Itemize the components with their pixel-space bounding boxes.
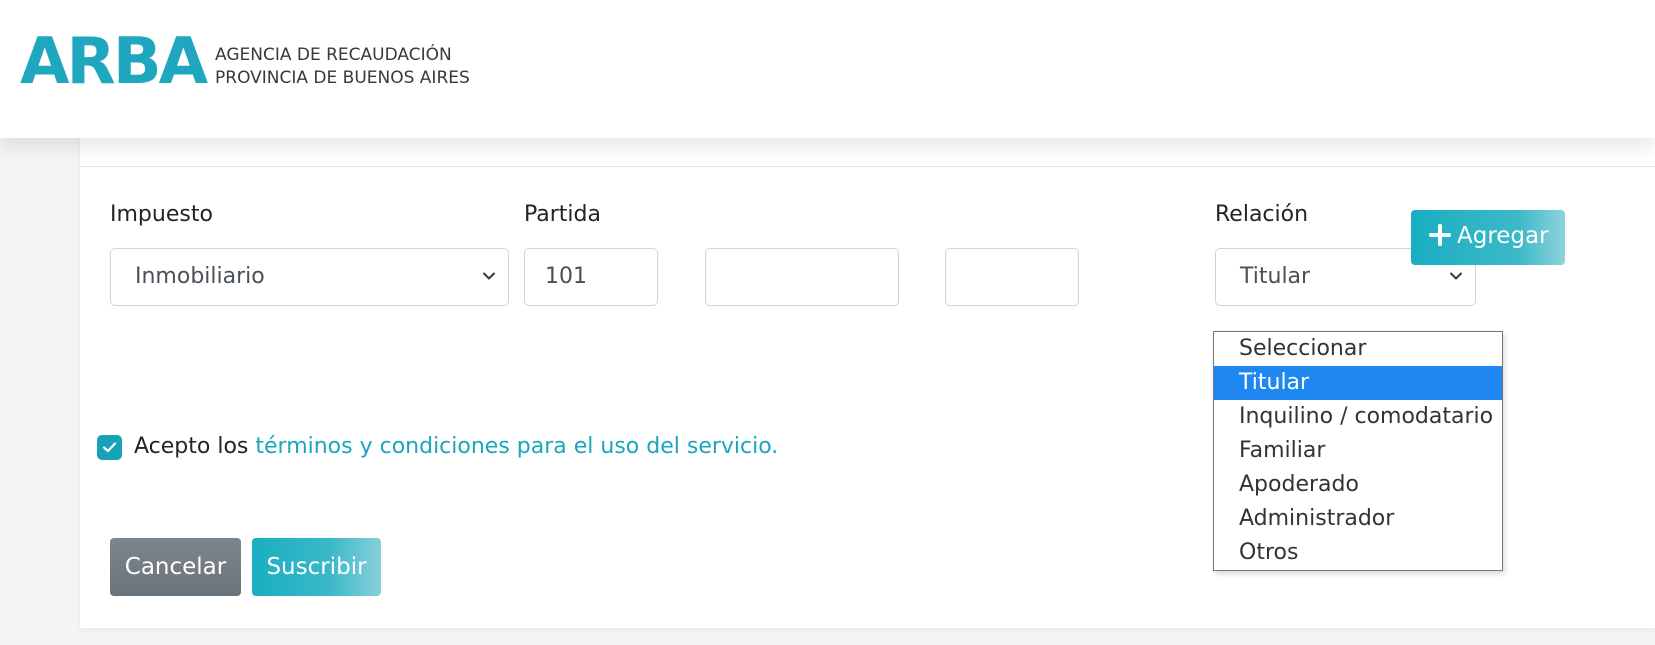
cancel-button[interactable]: Cancelar — [110, 538, 241, 596]
partida-input-2[interactable] — [705, 248, 899, 306]
terms-checkbox[interactable] — [97, 435, 122, 460]
partida-input-3[interactable] — [945, 248, 1079, 306]
chevron-down-icon — [483, 272, 495, 280]
partida-input-1[interactable]: 101 — [524, 248, 658, 306]
relacion-option[interactable]: Familiar — [1214, 434, 1502, 468]
terms-link[interactable]: términos y condiciones para el uso del s… — [255, 434, 778, 459]
relacion-option[interactable]: Seleccionar — [1214, 332, 1502, 366]
relacion-option[interactable]: Inquilino / comodatario — [1214, 400, 1502, 434]
agency-name-line1: AGENCIA DE RECAUDACIÓN — [215, 45, 452, 65]
arba-logo[interactable]: ARBA — [20, 22, 208, 102]
partida-input-1-value: 101 — [545, 264, 587, 289]
relacion-option-selected[interactable]: Titular — [1214, 366, 1502, 400]
impuesto-label: Impuesto — [110, 202, 213, 227]
subscribe-button[interactable]: Suscribir — [252, 538, 381, 596]
chevron-down-icon — [1450, 272, 1462, 280]
impuesto-select[interactable]: Inmobiliario — [110, 248, 509, 306]
plus-icon — [1429, 224, 1451, 246]
site-header: ARBA AGENCIA DE RECAUDACIÓN PROVINCIA DE… — [0, 0, 1655, 138]
partida-label: Partida — [524, 202, 601, 227]
relacion-label: Relación — [1215, 202, 1309, 227]
agency-name: AGENCIA DE RECAUDACIÓN PROVINCIA DE BUEN… — [215, 44, 470, 90]
check-icon — [102, 442, 117, 453]
relacion-option[interactable]: Otros — [1214, 536, 1502, 570]
agency-name-line2: PROVINCIA DE BUENOS AIRES — [215, 68, 470, 88]
terms-text: Acepto los términos y condiciones para e… — [134, 432, 778, 462]
terms-prefix: Acepto los — [134, 434, 256, 459]
relacion-dropdown-list[interactable]: Seleccionar Titular Inquilino / comodata… — [1213, 331, 1503, 571]
relacion-select-value: Titular — [1240, 264, 1311, 289]
agregar-button-label: Agregar — [1457, 223, 1549, 249]
agregar-button[interactable]: Agregar — [1411, 210, 1565, 265]
relacion-option[interactable]: Apoderado — [1214, 468, 1502, 502]
card-divider — [80, 166, 1655, 167]
impuesto-select-value: Inmobiliario — [135, 264, 265, 289]
relacion-option[interactable]: Administrador — [1214, 502, 1502, 536]
